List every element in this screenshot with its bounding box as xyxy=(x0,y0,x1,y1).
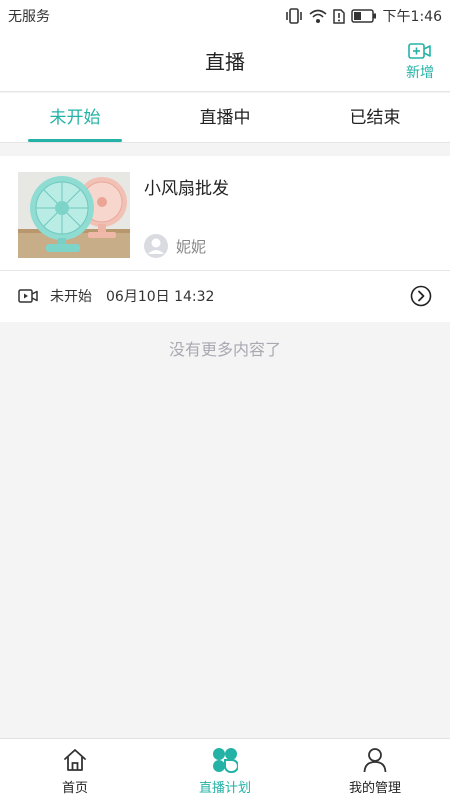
tab-bar: 未开始 直播中 已结束 xyxy=(0,93,450,143)
live-status: 未开始 xyxy=(50,289,92,305)
no-more-text: 没有更多内容了 xyxy=(168,340,281,359)
add-live-label: 新增 xyxy=(406,65,434,81)
add-live-button[interactable]: 新增 xyxy=(400,42,440,82)
video-plus-icon xyxy=(408,43,431,59)
page-title: 直播 xyxy=(205,50,245,74)
bottom-nav-live-plan[interactable]: 直播计划 xyxy=(150,739,300,800)
bottom-nav-home-label: 首页 xyxy=(61,781,88,796)
clock-text: 下午1:46 xyxy=(382,9,442,25)
chevron-right-icon[interactable] xyxy=(410,285,432,307)
bottom-nav: 首页 直播计划 我的管理 xyxy=(0,738,450,800)
tab-ended[interactable]: 已结束 xyxy=(300,93,450,142)
live-title: 小风扇批发 xyxy=(144,179,229,199)
host-info: 妮妮 xyxy=(144,234,206,258)
vibrate-icon xyxy=(285,8,302,24)
bottom-nav-my-management-label: 我的管理 xyxy=(348,781,401,796)
carrier-text: 无服务 xyxy=(8,9,50,25)
bottom-nav-home[interactable]: 首页 xyxy=(0,739,150,800)
tab-live[interactable]: 直播中 xyxy=(150,93,300,142)
home-icon xyxy=(64,749,86,771)
status-icons: 下午1:46 xyxy=(285,6,442,26)
live-time: 06月10日 14:32 xyxy=(106,289,215,305)
battery-icon xyxy=(350,9,376,23)
user-icon xyxy=(363,748,387,773)
sim-alert-icon xyxy=(332,9,345,24)
tab-not-started[interactable]: 未开始 xyxy=(0,93,150,142)
host-name: 妮妮 xyxy=(176,237,207,256)
bottom-nav-my-management[interactable]: 我的管理 xyxy=(300,739,450,800)
wifi-icon xyxy=(309,9,327,23)
status-bar: 无服务 下午1:46 xyxy=(0,0,450,32)
video-icon xyxy=(18,289,38,303)
bottom-nav-live-plan-label: 直播计划 xyxy=(198,781,251,796)
live-thumbnail xyxy=(18,172,130,258)
nav-bar: 直播 新增 xyxy=(0,32,450,92)
avatar xyxy=(144,234,168,258)
live-card[interactable]: 小风扇批发 妮妮 未开始 06月10日 14:32 xyxy=(0,156,450,322)
live-plan-icon xyxy=(213,748,238,773)
live-schedule-row[interactable]: 未开始 06月10日 14:32 xyxy=(18,271,432,321)
